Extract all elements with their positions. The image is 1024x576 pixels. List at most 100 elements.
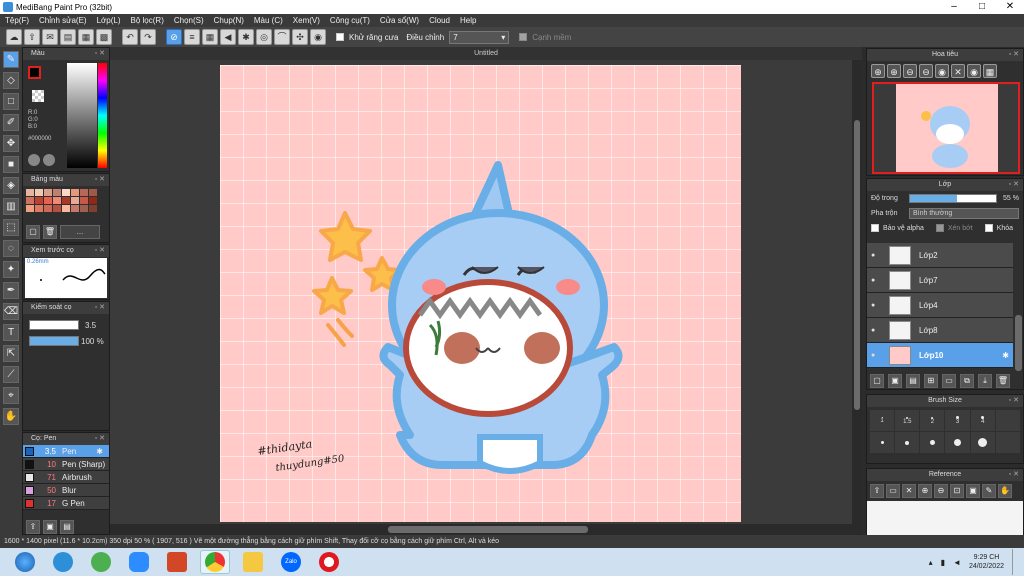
reference-view[interactable]	[867, 501, 1023, 535]
brush-size-cell[interactable]	[895, 432, 920, 453]
opera-button[interactable]	[314, 550, 344, 574]
tray-up-icon[interactable]: ▴	[929, 558, 933, 567]
zoom-out-icon[interactable]: ⊖	[903, 64, 917, 78]
redo-icon[interactable]: ↷	[140, 29, 156, 45]
sharp-edge-checkbox[interactable]	[519, 33, 528, 41]
fill-rect-icon[interactable]: ■	[3, 156, 19, 173]
brush-size-slider[interactable]	[29, 320, 79, 330]
actual-size-icon[interactable]: ▣	[966, 484, 980, 498]
rotate-snap-icon[interactable]: ✣	[292, 29, 308, 45]
volume-icon[interactable]: ◄	[953, 558, 961, 567]
color-slider-icon[interactable]	[43, 154, 55, 166]
zoom-out-icon[interactable]: ⊖	[919, 64, 933, 78]
brush-size-cell[interactable]: 2	[920, 410, 945, 431]
brush-folder-icon[interactable]: ▣	[43, 520, 57, 534]
clock[interactable]: 9:29 CH 24/02/2022	[969, 553, 1004, 571]
bucket-tool-icon[interactable]: ◈	[3, 177, 19, 194]
new-layer-icon[interactable]: ▢	[870, 374, 884, 388]
layer-row[interactable]: ● Lớp8	[867, 318, 1013, 343]
zoom-in-icon[interactable]: ⊕	[887, 64, 901, 78]
brush-item-blur[interactable]: 50 Blur	[23, 484, 109, 497]
pen-tool-icon[interactable]: ✐	[3, 114, 19, 131]
gear-icon[interactable]: ✱	[96, 447, 103, 456]
brush-size-cell[interactable]	[995, 410, 1020, 431]
lasso-tool-icon[interactable]: ◌	[3, 240, 19, 257]
color-wheel-icon[interactable]	[28, 154, 40, 166]
zoom-button[interactable]	[124, 550, 154, 574]
panel-icon[interactable]: ▦	[78, 29, 94, 45]
clip-checkbox[interactable]	[935, 224, 944, 232]
fit-icon[interactable]: ⊡	[950, 484, 964, 498]
delete-palette-icon[interactable]: 🗑	[43, 225, 57, 239]
vertical-scroll-thumb[interactable]	[854, 120, 860, 410]
ie-button[interactable]	[48, 550, 78, 574]
zoom-out-icon[interactable]: ⊖	[934, 484, 948, 498]
brush-item-airbrush[interactable]: 71 Airbrush	[23, 471, 109, 484]
menu-color[interactable]: Màu (C)	[249, 16, 288, 25]
upload-icon[interactable]: ⇪	[870, 484, 884, 498]
horizontal-scroll-thumb[interactable]	[388, 526, 588, 533]
menu-tools[interactable]: Công cụ(T)	[325, 16, 375, 25]
brush-opacity-slider[interactable]	[29, 336, 79, 346]
cross-snap-icon[interactable]: ▦	[202, 29, 218, 45]
explorer-button[interactable]	[238, 550, 268, 574]
powerpoint-button[interactable]	[162, 550, 192, 574]
network-icon[interactable]: ▮	[941, 558, 945, 567]
canvas-vertical-scrollbar[interactable]	[852, 60, 862, 536]
zoom-in-icon[interactable]: ⊕	[871, 64, 885, 78]
add-brush-icon[interactable]: ⇪	[26, 520, 40, 534]
menu-window[interactable]: Cửa sổ(W)	[375, 16, 424, 25]
maximize-button[interactable]: □	[968, 0, 996, 14]
operation-tool-icon[interactable]: ⇱	[3, 345, 19, 362]
brush-size-cell[interactable]	[995, 432, 1020, 453]
brush-size-cell[interactable]	[945, 432, 970, 453]
circle-snap-icon[interactable]: ◎	[256, 29, 272, 45]
zalo-button[interactable]: Zalo	[276, 550, 306, 574]
divide-tool-icon[interactable]: ⟋	[3, 366, 19, 383]
close-reference-icon[interactable]: ✕	[902, 484, 916, 498]
layer-row[interactable]: ● Lớp4	[867, 293, 1013, 318]
protect-alpha-checkbox[interactable]	[871, 224, 879, 232]
panel-close-icon[interactable]: ▫ ✕	[1009, 179, 1019, 191]
curve-snap-icon[interactable]: ⌒	[274, 29, 290, 45]
add-layer-menu-icon[interactable]: ⊞	[924, 374, 938, 388]
brush-settings-icon[interactable]: ▤	[60, 520, 74, 534]
blend-mode-select[interactable]: Bình thường	[909, 208, 1019, 219]
background-color-swatch[interactable]	[32, 90, 44, 102]
menu-file[interactable]: Tệp(F)	[0, 16, 34, 25]
grid-icon[interactable]: ▩	[96, 29, 112, 45]
palette-swatches[interactable]	[23, 186, 109, 215]
visibility-icon[interactable]: ●	[871, 252, 881, 259]
menu-select[interactable]: Chọn(S)	[169, 16, 209, 25]
no-snap-icon[interactable]: ⊘	[166, 29, 182, 45]
panel-close-icon[interactable]: ▫ ✕	[95, 433, 105, 445]
parallel-snap-icon[interactable]: ≡	[184, 29, 200, 45]
vanish-snap-icon[interactable]: ◀	[220, 29, 236, 45]
brush-item-pen-sharp[interactable]: 10 Pen (Sharp)	[23, 458, 109, 471]
select-tool-icon[interactable]: ⬚	[3, 219, 19, 236]
layer-row[interactable]: ● Lớp7	[867, 268, 1013, 293]
brush-item-pen[interactable]: 3.5 Pen ✱	[23, 445, 109, 458]
menu-edit[interactable]: Chỉnh sửa(E)	[34, 16, 92, 25]
brush-size-cell[interactable]	[920, 432, 945, 453]
panel-close-icon[interactable]: ▫ ✕	[95, 48, 105, 60]
gear-icon[interactable]: ✱	[1002, 351, 1009, 360]
antialias-checkbox[interactable]	[336, 33, 344, 41]
radial-snap-icon[interactable]: ✱	[238, 29, 254, 45]
gradient-tool-icon[interactable]: ▥	[3, 198, 19, 215]
select-pen-icon[interactable]: ✒	[3, 282, 19, 299]
close-button[interactable]: ✕	[996, 0, 1024, 14]
menu-snap[interactable]: Chụp(N)	[209, 16, 249, 25]
new-8bit-layer-icon[interactable]: ▤	[906, 374, 920, 388]
visibility-icon[interactable]: ●	[871, 277, 881, 284]
rotate-icon[interactable]: ◉	[935, 64, 949, 78]
open-folder-icon[interactable]: ▭	[886, 484, 900, 498]
layer-row[interactable]: ● Lớp2	[867, 243, 1013, 268]
hand-icon[interactable]: ✋	[998, 484, 1012, 498]
hue-slider[interactable]	[98, 63, 107, 168]
layer-row-selected[interactable]: ● Lớp10 ✱	[867, 343, 1013, 368]
palette-more[interactable]: ...	[60, 225, 100, 239]
adjust-select[interactable]: 7 ▾	[449, 30, 510, 44]
visibility-icon[interactable]: ●	[871, 302, 881, 309]
document-tab[interactable]: Untitled	[110, 47, 862, 60]
